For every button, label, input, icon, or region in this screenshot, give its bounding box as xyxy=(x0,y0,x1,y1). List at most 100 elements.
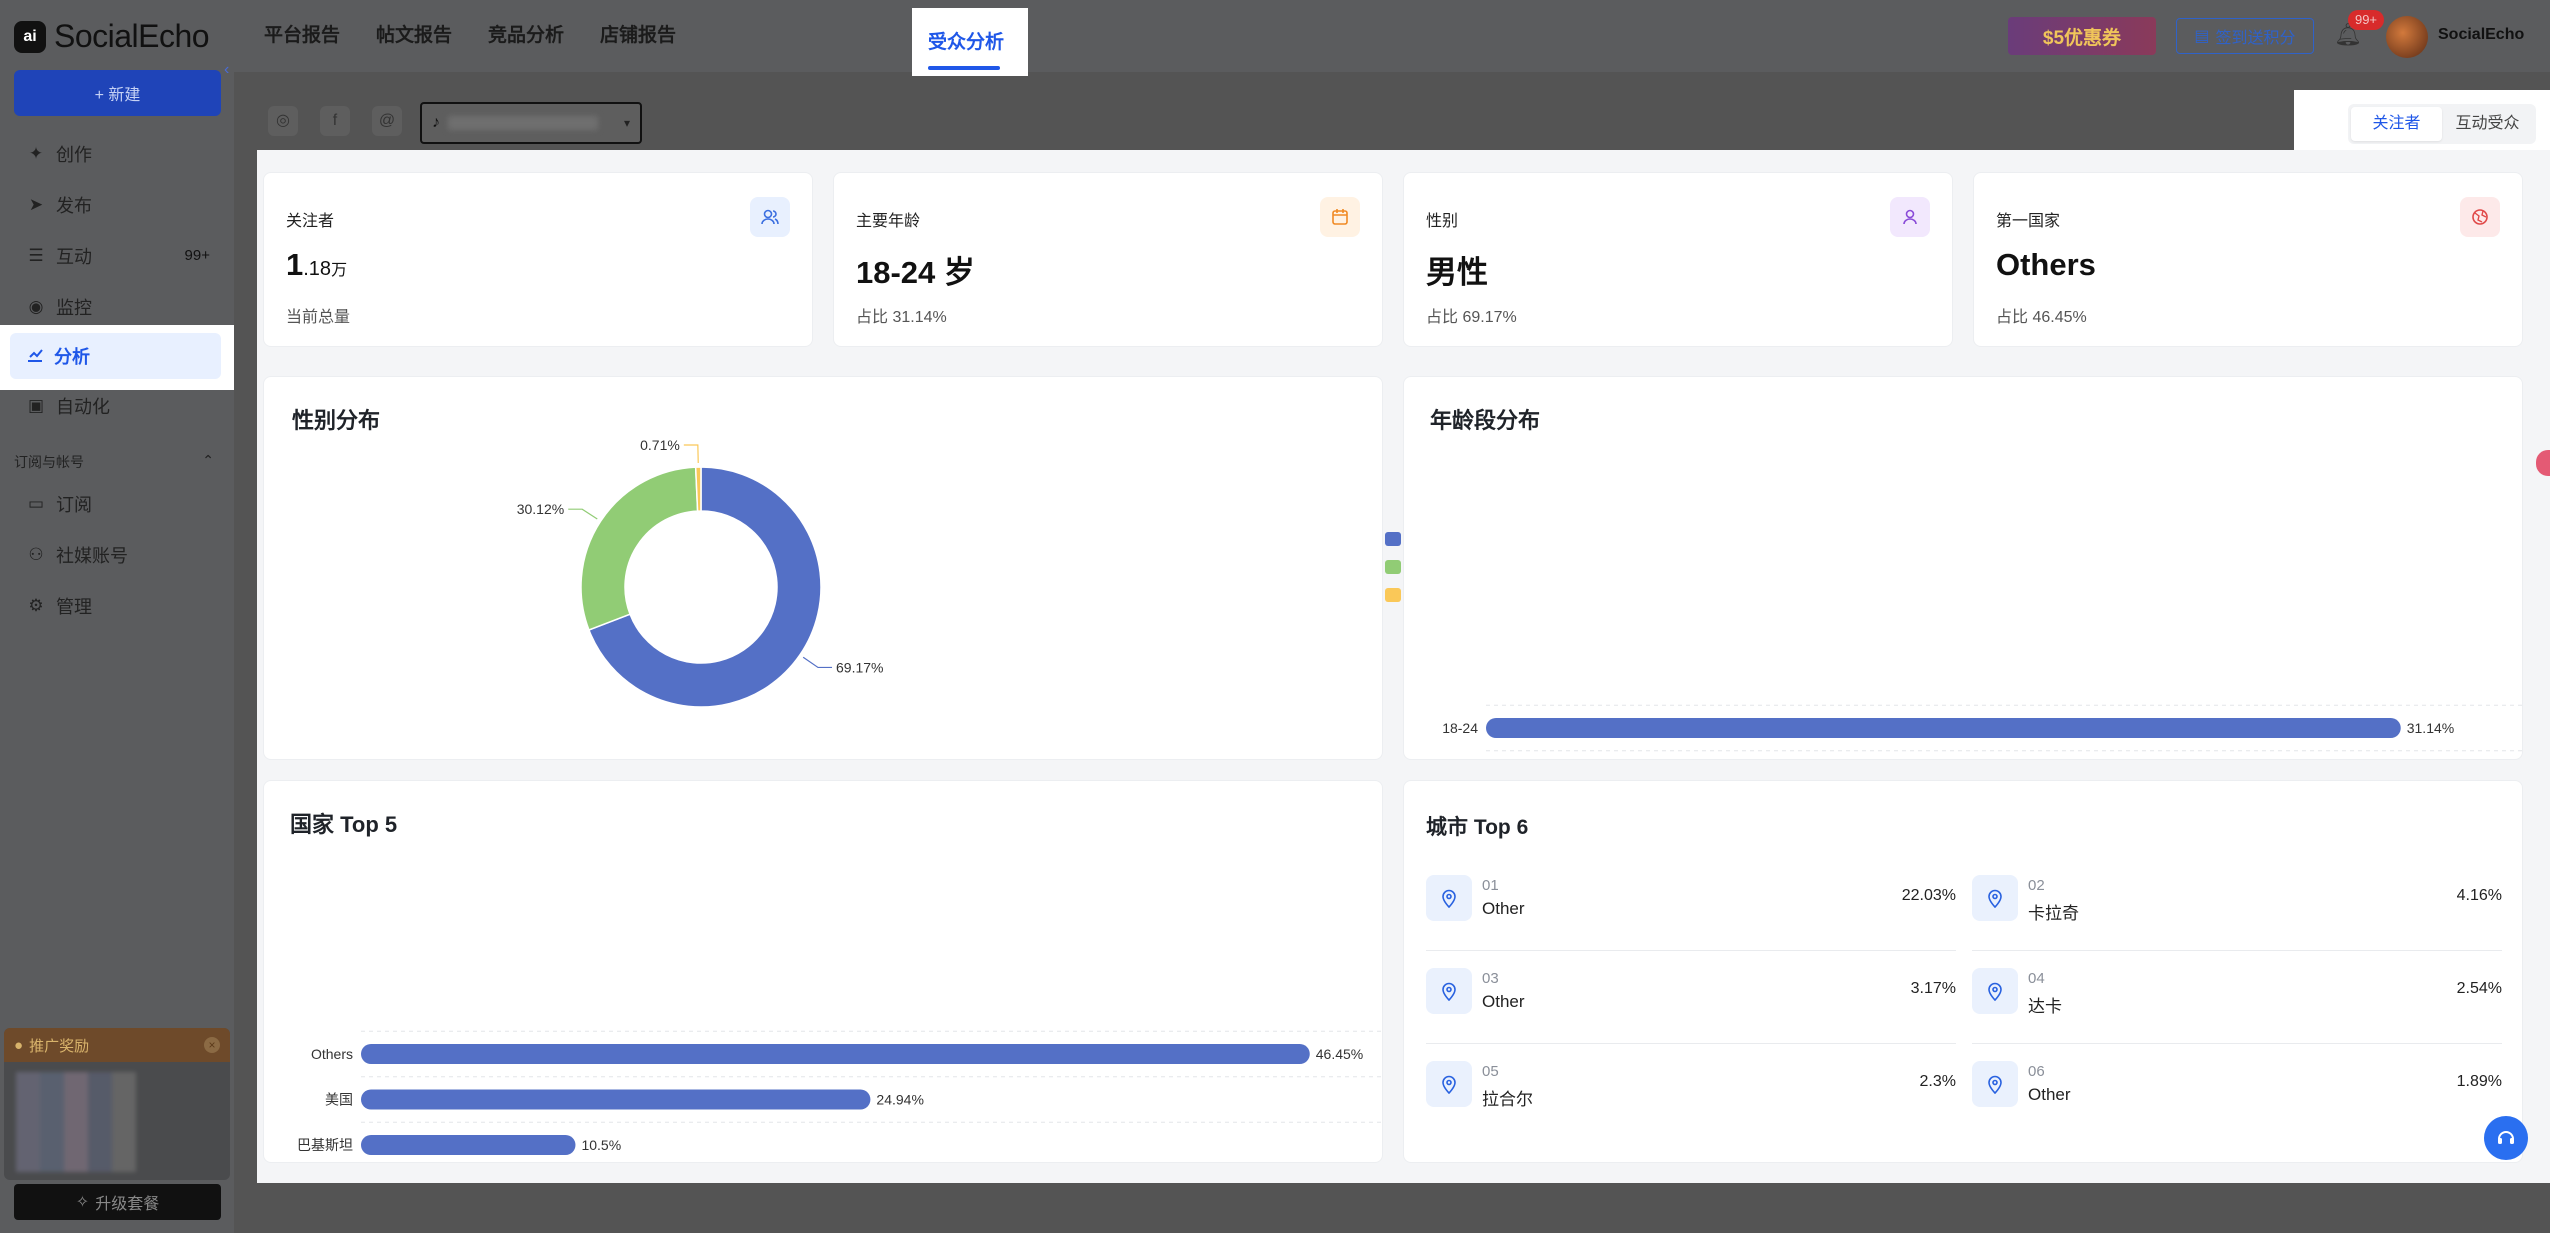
stat-sub: 占比 31.14% xyxy=(856,309,947,326)
legend-marker-female xyxy=(1385,560,1401,574)
facebook-icon[interactable]: f xyxy=(320,106,350,136)
slice-leader-line xyxy=(802,656,833,669)
slice-label: 69.17% xyxy=(836,659,883,675)
sidebar-item-create[interactable]: ✦ 创作 xyxy=(10,128,224,179)
tab-platform-report[interactable]: 平台报告 xyxy=(264,0,340,72)
list-item[interactable]: 04 达卡 2.54% xyxy=(1972,966,2502,1044)
chevron-up-icon: ⌃ xyxy=(202,452,214,468)
gender-distribution-card: 性别分布 69.17% 30.12% 0.71% xyxy=(263,376,1383,760)
city-percentage: 2.3% xyxy=(1919,1073,1956,1090)
stat-card-main-age: 主要年龄 18-24 岁 占比 31.14% xyxy=(833,172,1383,347)
app-logo[interactable]: ai SocialEcho xyxy=(14,18,210,55)
username[interactable]: SocialEcho xyxy=(2438,26,2524,44)
toggle-followers[interactable]: 关注者 xyxy=(2351,107,2442,141)
account-select[interactable]: ♪ ▾ xyxy=(420,102,642,144)
bar-value-label: 24.94% xyxy=(876,1092,923,1108)
sidebar-item-social-accounts[interactable]: ⚇ 社媒账号 xyxy=(10,529,224,580)
sidebar-item-interact[interactable]: ☰ 互动 99+ xyxy=(10,230,224,281)
threads-icon[interactable]: @ xyxy=(372,106,402,136)
robot-icon: ▣ xyxy=(27,395,45,415)
list-item[interactable]: 02 卡拉奇 4.16% xyxy=(1972,873,2502,951)
tab-audience-analysis[interactable]: 受众分析 xyxy=(912,8,1028,76)
section-label: 订阅与帐号 xyxy=(14,454,84,470)
legend-marker-other xyxy=(1385,588,1401,602)
sidebar-item-automation[interactable]: ▣ 自动化 xyxy=(10,380,224,431)
coupon-banner[interactable]: $5优惠券 xyxy=(2008,17,2156,55)
sidebar-item-analytics[interactable]: 分析 xyxy=(10,333,221,379)
sidebar-item-label: 管理 xyxy=(56,596,92,617)
sidebar-item-manage[interactable]: ⚙ 管理 xyxy=(10,580,224,631)
slice-label: 30.12% xyxy=(517,501,564,517)
city-name: 达卡 xyxy=(2028,997,2062,1016)
tab-post-report[interactable]: 帖文报告 xyxy=(376,0,452,72)
slice-leader-line xyxy=(568,508,598,520)
location-pin-icon xyxy=(1426,875,1472,921)
city-rank: 04 xyxy=(2028,970,2045,987)
bar-value-label: 46.45% xyxy=(1316,1046,1363,1062)
send-icon: ➤ xyxy=(28,194,44,214)
location-pin-icon xyxy=(1426,968,1472,1014)
list-item[interactable]: 05 拉合尔 2.3% xyxy=(1426,1059,1956,1137)
bar[interactable] xyxy=(361,1044,1310,1064)
city-name: 拉合尔 xyxy=(1482,1090,1533,1109)
tab-competitor-analysis[interactable]: 竞品分析 xyxy=(488,0,564,72)
tab-store-report[interactable]: 店铺报告 xyxy=(600,0,676,72)
stat-card-gender: 性别 男性 占比 69.17% xyxy=(1403,172,1953,347)
globe-icon xyxy=(2460,197,2500,237)
main-content: 关注者 1.18万 当前总量 主要年龄 18-24 岁 占比 31.14% 性别… xyxy=(257,150,2550,1183)
toggle-engaged-audience[interactable]: 互动受众 xyxy=(2442,107,2533,141)
city-name: Other xyxy=(1482,992,1525,1011)
section-subscription-accounts[interactable]: 订阅与帐号 ⌃ xyxy=(14,452,214,472)
avatar[interactable] xyxy=(2386,16,2428,58)
pie-slice[interactable] xyxy=(580,466,699,631)
sidebar-item-label: 订阅 xyxy=(56,494,92,515)
promo-image xyxy=(16,1072,136,1172)
city-name: Other xyxy=(1482,899,1525,918)
gender-donut-chart: 69.17% 30.12% 0.71% xyxy=(517,437,884,708)
city-rank: 02 xyxy=(2028,877,2045,894)
location-pin-icon xyxy=(1972,1061,2018,1107)
user-icon xyxy=(1890,197,1930,237)
sidebar-nav-section: ▭ 订阅 ⚇ 社媒账号 ⚙ 管理 xyxy=(10,478,224,631)
bar[interactable] xyxy=(361,1135,576,1155)
stat-sub: 当前总量 xyxy=(286,309,351,326)
upgrade-button-label: 升级套餐 xyxy=(95,1196,160,1213)
sidebar: ai SocialEcho ‹ + 新建 ✦ 创作 ➤ 发布 ☰ 互动 99+ … xyxy=(0,0,234,1233)
sparkle-icon: ✧ xyxy=(75,1194,90,1211)
stat-value: 1.18万 xyxy=(286,247,347,283)
list-item[interactable]: 06 Other 1.89% xyxy=(1972,1059,2502,1137)
city-name: 卡拉奇 xyxy=(2028,904,2079,923)
signin-button[interactable]: ▤ 签到送积分 xyxy=(2176,18,2314,54)
sidebar-nav-after: ▣ 自动化 xyxy=(10,380,224,431)
city-rank: 05 xyxy=(1482,1063,1499,1080)
sidebar-item-label: 分析 xyxy=(54,347,90,367)
logo-mark: ai xyxy=(14,20,46,53)
close-icon[interactable]: × xyxy=(204,1037,220,1053)
bar[interactable] xyxy=(361,1089,871,1110)
stat-card-top-country: 第一国家 Others 占比 46.45% xyxy=(1973,172,2523,347)
coin-icon: ● xyxy=(14,1036,24,1054)
sidebar-item-subscription[interactable]: ▭ 订阅 xyxy=(10,478,224,529)
report-tabs: 平台报告 帖文报告 竞品分析 店铺报告 xyxy=(264,0,712,72)
customer-support-icon[interactable] xyxy=(2484,1116,2528,1160)
sidebar-item-publish[interactable]: ➤ 发布 xyxy=(10,179,224,230)
promo-card[interactable]: ● 推广奖励 × xyxy=(4,1028,230,1180)
bar-value-label: 31.14% xyxy=(2407,720,2454,736)
card-title: 城市 Top 6 xyxy=(1426,816,1529,839)
users-icon: ⚇ xyxy=(28,544,44,564)
audience-toggle: 关注者 互动受众 xyxy=(2348,104,2536,144)
instagram-icon[interactable]: ◎ xyxy=(268,106,298,136)
sparkle-icon: ✦ xyxy=(28,143,44,163)
slice-leader-line xyxy=(683,444,699,464)
list-item[interactable]: 01 Other 22.03% xyxy=(1426,873,1956,951)
city-percentage: 1.89% xyxy=(2456,1073,2502,1090)
stat-value: 18-24 岁 xyxy=(856,255,975,290)
city-rank: 06 xyxy=(2028,1063,2045,1080)
chat-icon: ☰ xyxy=(28,245,44,265)
sidebar-item-label: 互动 xyxy=(56,246,92,267)
upgrade-button[interactable]: ✧ 升级套餐 xyxy=(14,1184,221,1220)
list-item[interactable]: 03 Other 3.17% xyxy=(1426,966,1956,1044)
new-button[interactable]: + 新建 xyxy=(14,70,221,116)
category-label: 巴基斯坦 xyxy=(297,1137,353,1153)
bar[interactable] xyxy=(1486,718,2401,738)
